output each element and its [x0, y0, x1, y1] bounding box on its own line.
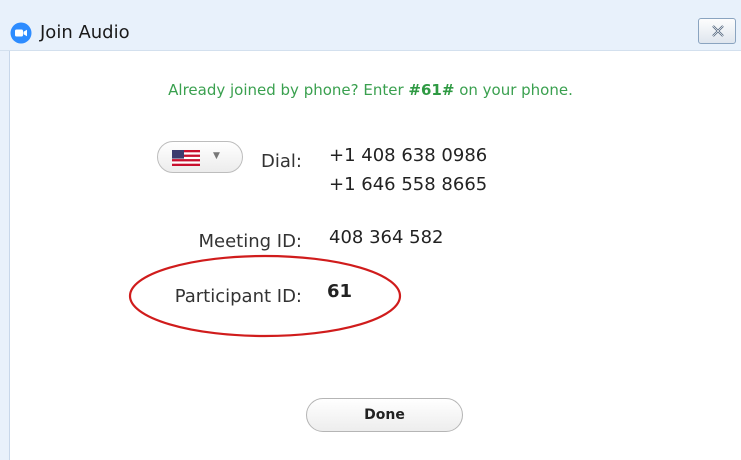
hint-suffix: on your phone.	[454, 81, 573, 99]
meeting-id-label: Meeting ID:	[198, 231, 302, 252]
red-annotation-ellipse	[128, 254, 402, 338]
close-button[interactable]	[698, 18, 736, 44]
chevron-down-icon: ▼	[213, 151, 220, 161]
title-bar: Join Audio	[0, 0, 741, 51]
hint-code: #61#	[408, 81, 455, 99]
country-select[interactable]: ▼	[157, 141, 243, 173]
dial-number: +1 408 638 0986	[329, 145, 488, 166]
hint-prefix: Already joined by phone? Enter	[168, 81, 409, 99]
zoom-logo-icon	[10, 22, 32, 44]
meeting-id-value: 408 364 582	[329, 227, 444, 248]
close-icon	[712, 25, 724, 37]
done-button[interactable]: Done	[306, 398, 463, 432]
window-title: Join Audio	[40, 22, 130, 43]
window-left-edge	[0, 0, 10, 460]
dial-label: Dial:	[261, 151, 302, 172]
phone-join-hint: Already joined by phone? Enter #61# on y…	[0, 80, 741, 100]
join-audio-dialog: Join Audio Already joined by phone? Ente…	[0, 0, 741, 460]
dial-number: +1 646 558 8665	[329, 174, 488, 195]
us-flag-icon	[172, 150, 200, 170]
